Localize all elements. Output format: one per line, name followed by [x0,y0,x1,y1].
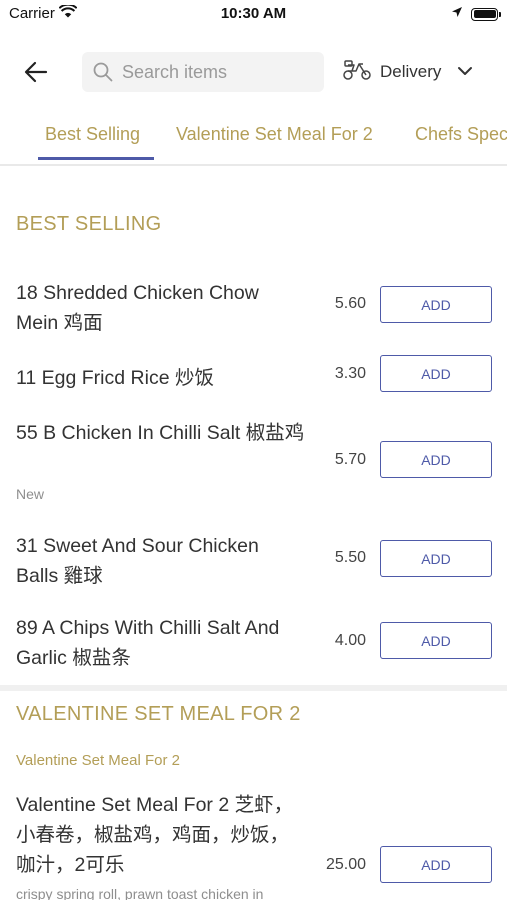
status-indicators [451,5,501,23]
scooter-icon [342,59,372,86]
menu-item-name: 18 Shredded Chicken Chow Mein 鸡面 [16,282,259,334]
add-button[interactable]: ADD [380,286,492,323]
menu-item-price: 3.30 [334,365,366,382]
menu-item-price: 5.70 [334,451,366,468]
tab-best-selling[interactable]: Best Selling [45,124,140,145]
active-tab-indicator [38,157,154,160]
menu-item-price: 5.50 [334,549,366,566]
section-title-valentine: VALENTINE SET MEAL FOR 2 [16,703,301,725]
add-button[interactable]: ADD [380,846,492,883]
section-title-best-selling: BEST SELLING [16,213,162,235]
carrier-label: Carrier [9,5,55,22]
carrier-info: Carrier [9,3,78,22]
header: Delivery [0,50,507,94]
menu-item-price: 4.00 [334,632,366,649]
delivery-label: Delivery [380,62,442,81]
tab-valentine-set-meal[interactable]: Valentine Set Meal For 2 [176,124,373,145]
add-button[interactable]: ADD [380,622,492,659]
menu-item-price: 25.00 [325,856,366,873]
status-bar: Carrier 10:30 AM [0,0,507,30]
menu-item-name: 55 B Chicken In Chilli Salt 椒盐鸡 [16,422,305,444]
battery-icon [471,7,501,21]
menu-item-name: 31 Sweet And Sour Chicken Balls 雞球 [16,535,259,587]
add-button[interactable]: ADD [380,540,492,577]
section-subtitle: Valentine Set Meal For 2 [16,752,180,769]
menu-item-name: Valentine Set Meal For 2 芝虾，小春卷，椒盐鸡，鸡面，炒… [16,794,294,876]
new-badge: New [16,486,45,502]
tab-chefs-special[interactable]: Chefs Speci [415,124,507,145]
search-input[interactable] [122,61,312,83]
back-arrow-icon [24,61,48,83]
category-tabs: Best Selling Valentine Set Meal For 2 Ch… [0,112,507,166]
wifi-icon [58,3,78,22]
chevron-down-icon [457,63,473,81]
menu-item-name: 11 Egg Fricd Rice 炒饭 [16,367,214,389]
search-box[interactable] [82,52,324,92]
section-divider [0,685,507,691]
delivery-selector[interactable]: Delivery [342,58,473,86]
back-button[interactable] [20,58,52,86]
search-icon [92,61,114,83]
menu-item-description: crispy spring roll, prawn toast chicken … [16,886,264,900]
menu-item-name: 89 A Chips With Chilli Salt And Garlic 椒… [16,617,280,669]
location-arrow-icon [451,5,463,23]
add-button[interactable]: ADD [380,441,492,478]
add-button[interactable]: ADD [380,355,492,392]
menu-item-price: 5.60 [334,295,366,312]
